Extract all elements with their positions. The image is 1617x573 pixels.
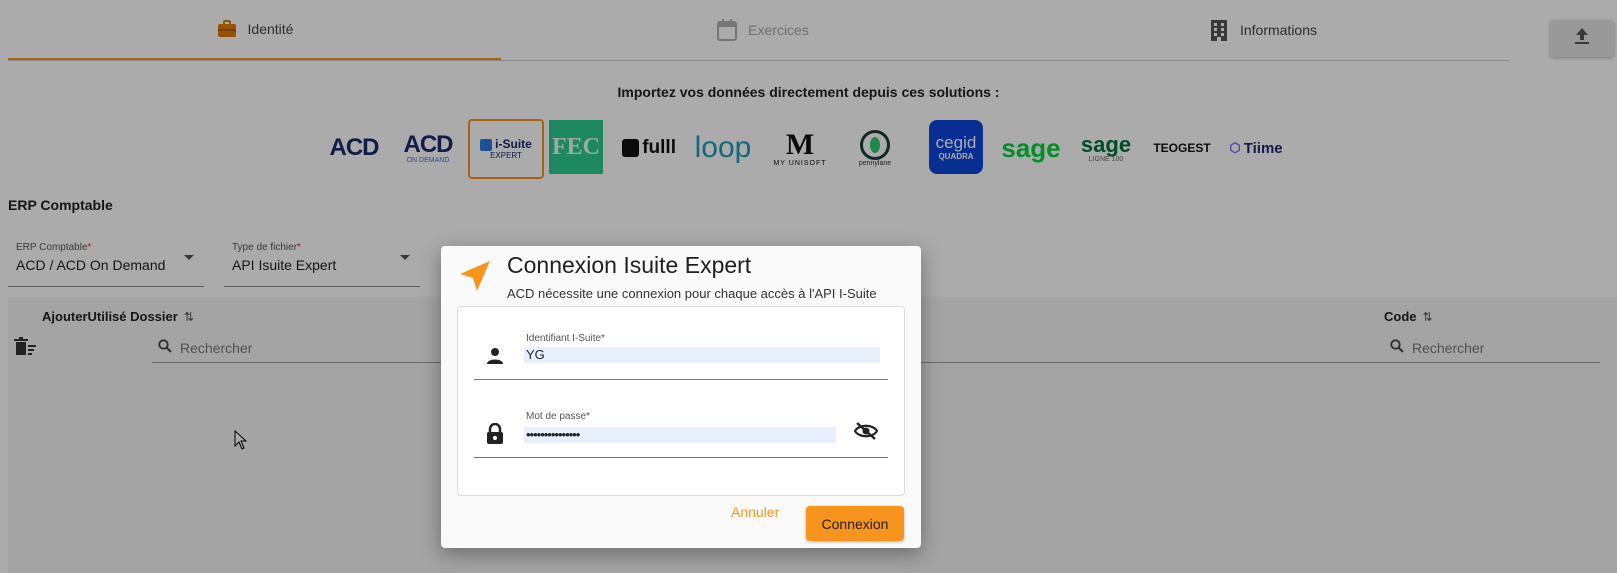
lock-icon bbox=[486, 422, 504, 450]
login-field[interactable]: Identifiant I-Suite* YG bbox=[474, 333, 888, 380]
connexion-dialog: Connexion Isuite Expert ACD nécessite un… bbox=[441, 246, 921, 548]
visibility-off-icon[interactable] bbox=[853, 421, 879, 446]
password-field[interactable]: Mot de passe* ••••••••••••••• bbox=[474, 411, 888, 458]
password-label: Mot de passe* bbox=[526, 411, 590, 422]
dialog-subtitle: ACD nécessite une connexion pour chaque … bbox=[507, 286, 877, 301]
person-icon bbox=[486, 347, 504, 370]
connexion-button[interactable]: Connexion bbox=[806, 506, 904, 541]
login-input[interactable]: YG bbox=[524, 347, 880, 363]
login-label: Identifiant I-Suite* bbox=[526, 333, 605, 344]
dialog-title: Connexion Isuite Expert bbox=[507, 252, 752, 278]
send-icon bbox=[459, 260, 491, 297]
page: Identité Exercices Informations Importez… bbox=[0, 0, 1617, 573]
credentials-card: Identifiant I-Suite* YG Mot de passe* ••… bbox=[457, 306, 905, 496]
cancel-button[interactable]: Annuler bbox=[731, 504, 779, 520]
password-input[interactable]: ••••••••••••••• bbox=[524, 427, 836, 443]
